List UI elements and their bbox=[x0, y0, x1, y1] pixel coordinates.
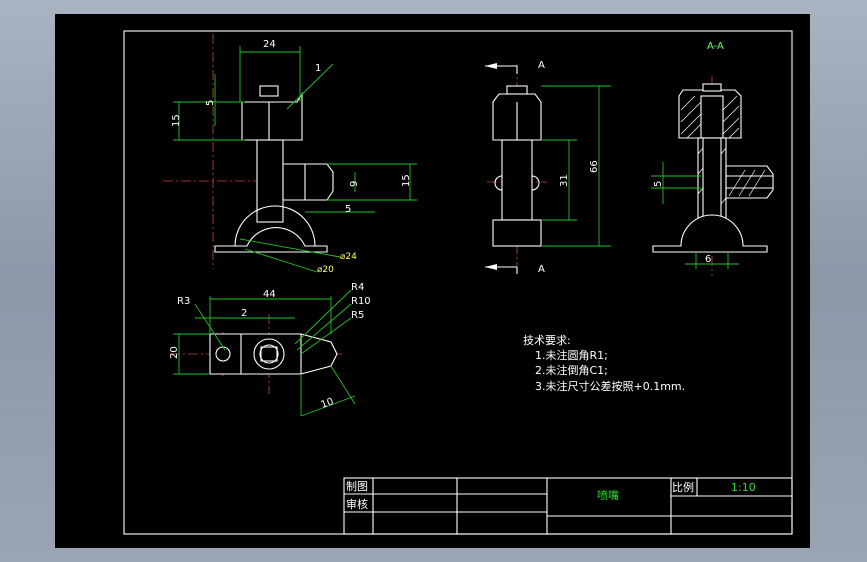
tb-drawn-label: 制图 bbox=[346, 480, 368, 493]
side-stem bbox=[501, 139, 533, 221]
notes-item-3: 3.未注尺寸公差按照+0.1mm. bbox=[535, 379, 685, 393]
side-view: A A 66 31 bbox=[485, 60, 611, 275]
dim-top-5: 5 bbox=[205, 100, 216, 106]
dim-r3: R3 bbox=[177, 296, 190, 307]
section-mark-bottom: A bbox=[538, 264, 545, 275]
dim-base-20: ⌀20 bbox=[317, 265, 334, 275]
dim-top-15: 15 bbox=[171, 114, 182, 127]
section-mark-top: A bbox=[538, 60, 545, 71]
dim-chamfer: 1 bbox=[315, 63, 321, 74]
front-cap bbox=[241, 92, 303, 141]
tb-part-name: 喷嘴 bbox=[597, 489, 619, 502]
dim-nozzle-dia: 9 bbox=[349, 181, 360, 187]
front-base-clamp bbox=[214, 226, 328, 253]
dim-plan-44: 44 bbox=[263, 289, 276, 300]
front-view: 24 1 5 15 15 9 5 ⌀24 ⌀20 bbox=[163, 34, 417, 275]
front-cap-top bbox=[259, 85, 279, 97]
dim-plan-20: 20 bbox=[169, 346, 180, 359]
dim-nozzle-len: 5 bbox=[345, 204, 351, 215]
front-stem bbox=[256, 139, 284, 223]
section-nozzle bbox=[725, 165, 774, 199]
plan-stem-circle bbox=[253, 338, 285, 370]
side-base bbox=[492, 219, 542, 247]
section-cap bbox=[678, 89, 742, 139]
dim-base-24: ⌀24 bbox=[340, 252, 357, 262]
notes-item-1: 1.未注圆角R1; bbox=[535, 348, 608, 362]
notes-title: 技术要求: bbox=[523, 334, 571, 347]
section-view: A-A 5 6 bbox=[651, 41, 774, 276]
cad-viewport[interactable]: 24 1 5 15 15 9 5 ⌀24 ⌀20 A A 66 31 A-A 5… bbox=[55, 14, 810, 548]
dim-r5: R5 bbox=[351, 310, 364, 321]
title-block: 制图 审核 喷嘴 比例 1:10 bbox=[343, 477, 793, 535]
tb-scale-label: 比例 bbox=[672, 480, 694, 494]
technical-notes: 技术要求: 1.未注圆角R1; 2.未注倒角C1; 3.未注尺寸公差按照+0.1… bbox=[523, 334, 685, 393]
dim-section-5: 5 bbox=[653, 181, 664, 187]
section-title: A-A bbox=[707, 41, 724, 52]
dim-front-width: 24 bbox=[263, 39, 276, 50]
tb-checked-label: 审核 bbox=[346, 497, 368, 511]
plan-view: 44 2 20 R3 R4 R10 R5 10 bbox=[169, 282, 371, 417]
tb-scale-value: 1:10 bbox=[731, 481, 756, 494]
dim-section-6: 6 bbox=[705, 254, 711, 265]
technical-drawing: 24 1 5 15 15 9 5 ⌀24 ⌀20 A A 66 31 A-A 5… bbox=[123, 30, 793, 535]
dim-side-31: 31 bbox=[559, 174, 570, 187]
dim-nozzle-height: 15 bbox=[401, 174, 412, 187]
section-base bbox=[652, 214, 768, 253]
dim-side-66: 66 bbox=[589, 160, 600, 173]
section-stem bbox=[697, 137, 727, 227]
dim-r4: R4 bbox=[351, 282, 364, 293]
notes-item-2: 2.未注倒角C1; bbox=[535, 363, 608, 377]
dim-r10: R10 bbox=[351, 296, 371, 307]
dim-plan-2: 2 bbox=[241, 308, 247, 319]
front-nozzle bbox=[282, 163, 334, 201]
dim-plan-10: 10 bbox=[320, 396, 336, 411]
